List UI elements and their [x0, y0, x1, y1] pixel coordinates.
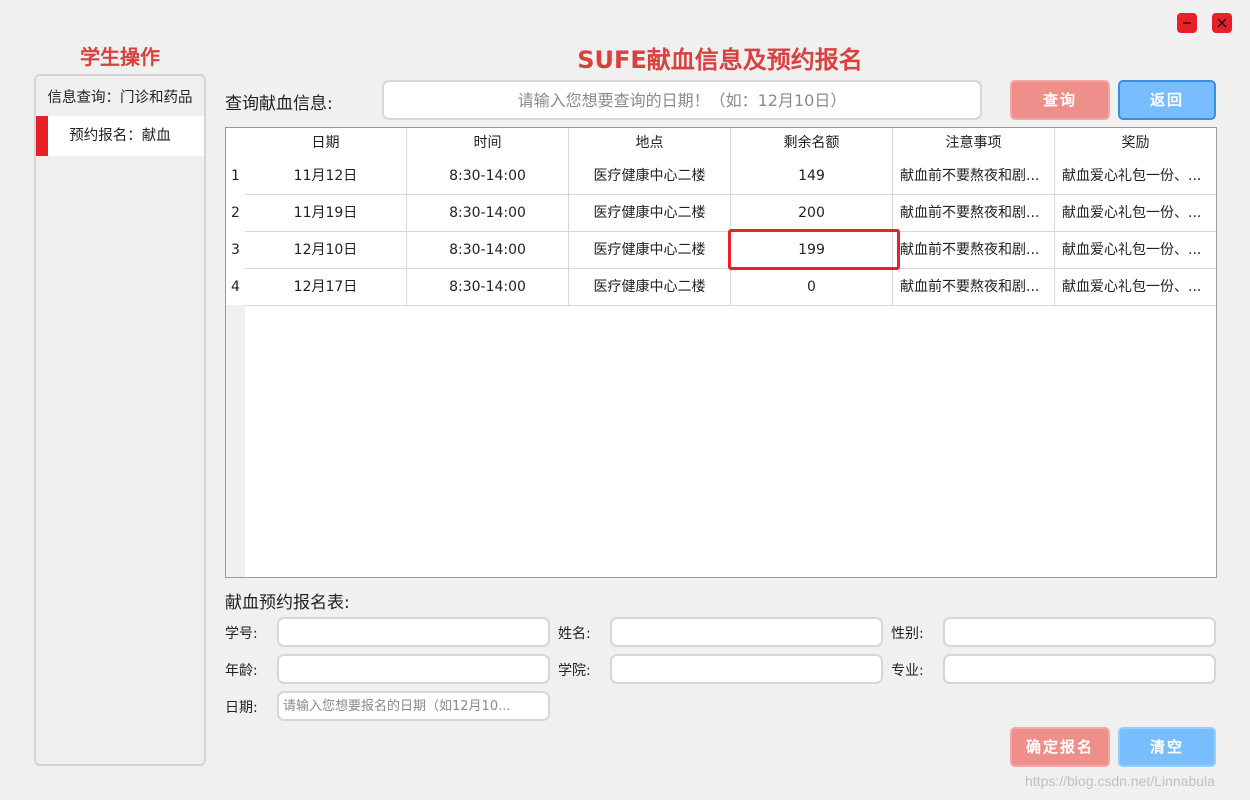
date-field[interactable]: [277, 691, 550, 721]
query-label: 查询献血信息:: [225, 94, 333, 114]
donation-table: 1 2 3 4 日期 时间 地点 剩余名额 注意事项 奖励 11月12日 8:3…: [225, 127, 1217, 578]
gender-field[interactable]: [943, 617, 1216, 647]
table-cell-remaining[interactable]: 149: [731, 158, 893, 195]
sidebar-title: 学生操作: [80, 45, 160, 69]
date-search-input[interactable]: [382, 80, 982, 120]
table-cell-time[interactable]: 8:30-14:00: [407, 195, 569, 232]
column-header-time[interactable]: 时间: [407, 128, 569, 158]
table-cell-notes[interactable]: 献血前不要熬夜和剧...: [893, 158, 1055, 195]
student-id-label: 学号:: [225, 626, 258, 642]
age-label: 年龄:: [225, 663, 258, 679]
table-cell-time[interactable]: 8:30-14:00: [407, 158, 569, 195]
table-cell-notes[interactable]: 献血前不要熬夜和剧...: [893, 269, 1055, 306]
row-number[interactable]: 4: [226, 269, 245, 306]
query-button[interactable]: 查询: [1010, 80, 1110, 120]
table-cell-reward[interactable]: 献血爱心礼包一份、...: [1055, 195, 1216, 232]
table-cell-reward[interactable]: 献血爱心礼包一份、...: [1055, 232, 1216, 269]
major-label: 专业:: [891, 663, 924, 679]
major-field[interactable]: [943, 654, 1216, 684]
back-button[interactable]: 返回: [1118, 80, 1216, 120]
college-field[interactable]: [610, 654, 883, 684]
table-cell-time[interactable]: 8:30-14:00: [407, 232, 569, 269]
row-header-column: 1 2 3 4: [226, 128, 245, 577]
table-cell-notes[interactable]: 献血前不要熬夜和剧...: [893, 232, 1055, 269]
page-title: SUFE献血信息及预约报名: [577, 46, 863, 74]
table-cell-reward[interactable]: 献血爱心礼包一份、...: [1055, 158, 1216, 195]
sidebar-item-label: 预约报名：献血: [69, 128, 171, 144]
student-id-field[interactable]: [277, 617, 550, 647]
table-cell-reward[interactable]: 献血爱心礼包一份、...: [1055, 269, 1216, 306]
close-icon: [1216, 17, 1228, 29]
selected-cell-highlight: [728, 229, 900, 270]
column-header-location[interactable]: 地点: [569, 128, 731, 158]
table-cell-location[interactable]: 医疗健康中心二楼: [569, 158, 731, 195]
sidebar-item-outpatient-query[interactable]: 信息查询：门诊和药品: [36, 78, 204, 118]
table-cell-location[interactable]: 医疗健康中心二楼: [569, 269, 731, 306]
active-indicator: [36, 116, 48, 156]
table-cell-date[interactable]: 12月10日: [245, 232, 407, 269]
row-number[interactable]: 2: [226, 195, 245, 232]
table-cell-location[interactable]: 医疗健康中心二楼: [569, 195, 731, 232]
form-title: 献血预约报名表:: [225, 593, 350, 613]
row-number[interactable]: 3: [226, 232, 245, 269]
minimize-icon: [1181, 17, 1193, 29]
confirm-registration-button[interactable]: 确定报名: [1010, 727, 1110, 767]
table-cell-remaining[interactable]: 200: [731, 195, 893, 232]
minimize-button[interactable]: [1177, 13, 1197, 33]
gender-label: 性别:: [891, 626, 924, 642]
name-field[interactable]: [610, 617, 883, 647]
column-header-remaining[interactable]: 剩余名额: [731, 128, 893, 158]
table-cell-date[interactable]: 11月12日: [245, 158, 407, 195]
table-cell-location[interactable]: 医疗健康中心二楼: [569, 232, 731, 269]
sidebar: 信息查询：门诊和药品 预约报名：献血: [34, 74, 206, 766]
table-cell-notes[interactable]: 献血前不要熬夜和剧...: [893, 195, 1055, 232]
college-label: 学院:: [558, 663, 591, 679]
column-header-reward[interactable]: 奖励: [1055, 128, 1216, 158]
sidebar-item-label: 信息查询：门诊和药品: [47, 90, 193, 106]
sidebar-item-blood-donation[interactable]: 预约报名：献血: [36, 116, 204, 156]
table-cell-time[interactable]: 8:30-14:00: [407, 269, 569, 306]
table-cell-date[interactable]: 11月19日: [245, 195, 407, 232]
date-label: 日期:: [225, 700, 258, 716]
column-header-notes[interactable]: 注意事项: [893, 128, 1055, 158]
age-field[interactable]: [277, 654, 550, 684]
clear-button[interactable]: 清空: [1118, 727, 1216, 767]
watermark: https://blog.csdn.net/Linnabula: [1025, 773, 1215, 789]
table-cell-remaining[interactable]: 0: [731, 269, 893, 306]
table-cell-date[interactable]: 12月17日: [245, 269, 407, 306]
row-number[interactable]: 1: [226, 158, 245, 195]
close-button[interactable]: [1212, 13, 1232, 33]
name-label: 姓名:: [558, 626, 591, 642]
column-header-date[interactable]: 日期: [245, 128, 407, 158]
